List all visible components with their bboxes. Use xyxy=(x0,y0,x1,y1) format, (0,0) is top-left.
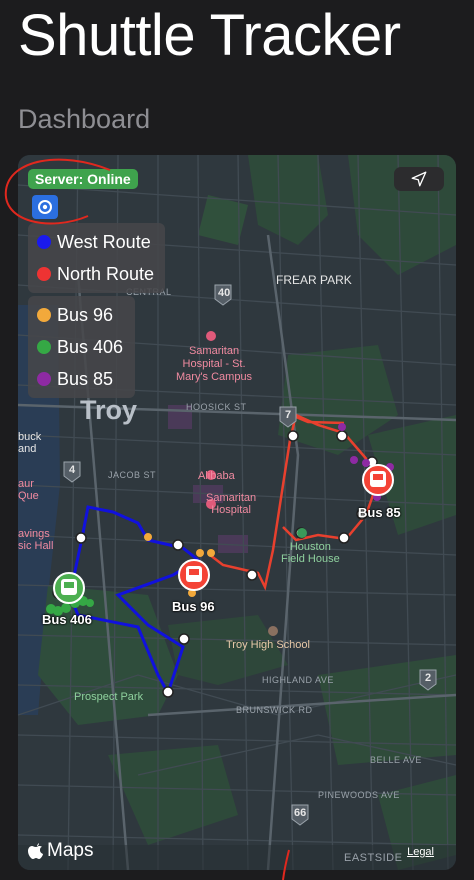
apple-maps-logo: Maps xyxy=(28,840,93,862)
map-view[interactable]: Troy FREAR PARK Samaritan Hospital - St.… xyxy=(18,155,456,870)
route-shield-7: 7 xyxy=(285,409,292,421)
bus-85-dot-icon xyxy=(37,372,51,386)
west-route-dot-icon xyxy=(37,235,51,249)
bus-marker-96 xyxy=(178,559,210,591)
legend-item-bus-96: Bus 96 xyxy=(28,299,135,331)
bus-96-dot-icon xyxy=(37,308,51,322)
location-button[interactable] xyxy=(394,167,444,191)
section-title: Dashboard xyxy=(18,104,151,134)
map-label-taur-que: aur Que xyxy=(18,478,39,502)
map-label-highland-ave: HIGHLAND AVE xyxy=(262,675,334,685)
target-icon xyxy=(38,200,52,214)
legend-item-bus-85: Bus 85 xyxy=(28,363,135,395)
route-shield-40: 40 xyxy=(218,287,231,299)
recenter-button[interactable] xyxy=(32,195,58,219)
map-label-samaritan-hospital: Samaritan Hospital xyxy=(206,492,257,516)
map-label-pinewoods-ave: PINEWOODS AVE xyxy=(318,790,400,800)
route-shield-66: 66 xyxy=(294,807,307,819)
bus-marker-85 xyxy=(362,464,394,496)
legend-label: North Route xyxy=(57,263,155,284)
legend-item-north-route: North Route xyxy=(28,258,165,290)
map-label-hospital-st-marys: Samaritan Hospital - St. Mary's Campus xyxy=(176,345,253,383)
map-label-houston-field-house: Houston Field House xyxy=(281,541,340,565)
legend-item-bus-406: Bus 406 xyxy=(28,331,135,363)
map-label-eastside: EASTSIDE xyxy=(344,852,403,864)
map-label-hoosick-st: HOOSICK ST xyxy=(186,402,247,412)
legend-label: West Route xyxy=(57,231,151,252)
north-route-dot-icon xyxy=(37,267,51,281)
map-label-brunswick-rd: BRUNSWICK RD xyxy=(236,705,313,715)
apple-icon xyxy=(28,843,43,859)
map-label-music-hall: avings sic Hall xyxy=(18,528,54,552)
map-label-prospect-park: Prospect Park xyxy=(74,691,144,703)
map-label-troy: Troy xyxy=(80,395,138,425)
bus-marker-406 xyxy=(53,572,85,604)
map-label-troy-high-school: Troy High School xyxy=(226,639,310,651)
location-arrow-icon xyxy=(411,171,427,187)
server-status-badge: Server: Online xyxy=(28,169,138,189)
route-shield-4: 4 xyxy=(69,464,76,476)
bus-label-85: Bus 85 xyxy=(358,505,401,520)
legend-item-west-route: West Route xyxy=(28,226,165,258)
legal-link[interactable]: Legal xyxy=(407,846,434,858)
map-label-tbuck: buck and xyxy=(18,431,42,455)
map-label-belle-ave: BELLE AVE xyxy=(370,755,422,765)
routes-legend: West Route North Route xyxy=(28,223,165,293)
map-label-jacob-st: JACOB ST xyxy=(108,470,157,480)
map-label-frear-park: FREAR PARK xyxy=(276,273,352,287)
legend-label: Bus 406 xyxy=(57,336,124,357)
buses-legend: Bus 96 Bus 406 Bus 85 xyxy=(28,296,135,398)
route-shield-2: 2 xyxy=(425,672,432,684)
maps-brand-text: Maps xyxy=(47,840,94,861)
map-label-alibaba: Alibaba xyxy=(198,470,235,482)
bus-label-96: Bus 96 xyxy=(172,599,215,614)
bus-label-406: Bus 406 xyxy=(42,612,92,627)
legend-label: Bus 96 xyxy=(57,304,114,325)
bus-406-dot-icon xyxy=(37,340,51,354)
app-title: Shuttle Tracker xyxy=(18,3,401,68)
legend-label: Bus 85 xyxy=(57,368,114,389)
